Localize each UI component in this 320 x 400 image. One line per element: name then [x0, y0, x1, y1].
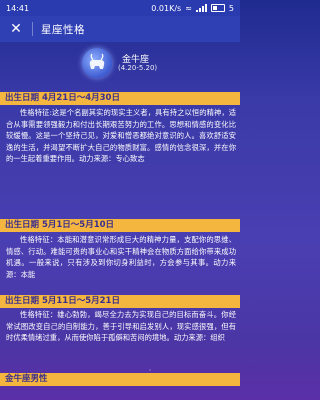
section-text: 性格特征：本能和潜意识常形成巨大的精神力量，支配你的思维、情感、行动。难能可贵的…	[6, 235, 236, 279]
section-heading: 出生日期 5月1日～5月10日	[0, 219, 240, 232]
battery-icon	[210, 4, 225, 12]
wifi-icon: ≈	[185, 3, 192, 13]
sign-date-range: (4.20-5.20)	[118, 64, 158, 72]
signal-icon	[195, 4, 207, 12]
taurus-icon	[82, 48, 112, 78]
section-heading: 金牛座男性	[0, 373, 240, 386]
status-time: 14:41	[6, 3, 30, 13]
section-text: 性格特征:这是个名副其实的现实主义者，具有持之以恒的精神，适合从事需要领强毅力和…	[6, 108, 236, 164]
battery-level: 5	[228, 3, 234, 13]
sign-header: 金牛座 (4.20-5.20)	[0, 42, 240, 90]
app-bar-divider	[32, 22, 33, 36]
app-bar: ✕ 星座性格	[0, 16, 240, 42]
section-text: 性格特征：雄心勃勃，竭尽全力去为实现自己的目标而奋斗。你经常试图改变自己的自制能…	[6, 310, 236, 343]
close-icon[interactable]: ✕	[8, 21, 24, 37]
status-indicators: 0.01K/s ≈ 5	[151, 4, 234, 13]
section-heading: 出生日期 5月11日～5月21日	[0, 295, 240, 308]
page-title: 星座性格	[41, 23, 85, 36]
section-heading: 出生日期 4月21日～4月30日	[0, 92, 240, 105]
network-speed: 0.01K/s	[151, 3, 182, 13]
status-bar: 14:41 0.01K/s ≈ 5	[0, 0, 240, 16]
